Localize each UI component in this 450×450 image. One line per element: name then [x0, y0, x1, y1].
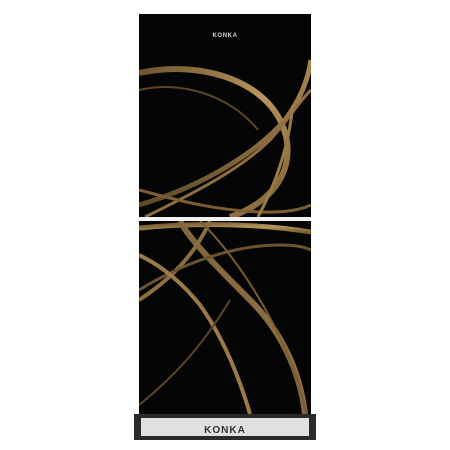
brand-logo-top: KONKA: [212, 33, 238, 39]
refrigerator-drawing: [134, 14, 316, 440]
brand-logo-bottom: KONKA: [204, 425, 246, 436]
refrigerator-image: KONKA KONKA: [0, 0, 450, 450]
door-divider: [139, 217, 311, 221]
